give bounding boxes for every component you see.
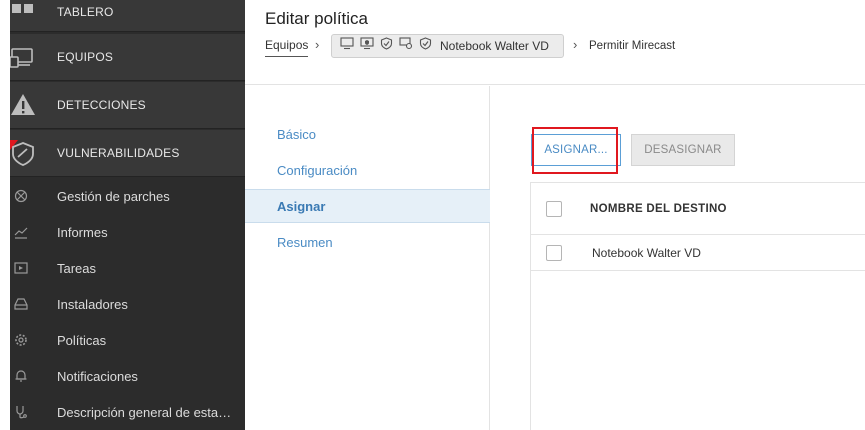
warning-icon [10, 92, 36, 118]
installer-icon [13, 296, 29, 312]
sidebar-section-label: EQUIPOS [57, 50, 114, 64]
select-all-checkbox[interactable] [546, 200, 562, 217]
chevron-right-icon: › [315, 37, 320, 52]
tasks-icon [13, 260, 29, 276]
gear-icon [13, 332, 29, 348]
unassign-button[interactable]: DESASIGNAR [631, 134, 735, 166]
sidebar-section-detecciones[interactable]: DETECCIONES [10, 82, 245, 129]
table-header: NOMBRE DEL DESTINO [531, 183, 865, 235]
page-header: Editar política Equipos › Notebook Walte… [245, 0, 865, 85]
shield-icon [380, 37, 393, 55]
left-edge [0, 0, 10, 430]
sidebar-section-tablero[interactable]: TABLERO [10, 0, 245, 32]
sidebar-section-label: DETECCIONES [57, 98, 146, 112]
sidebar-section-label: TABLERO [57, 5, 114, 19]
step-resumen[interactable]: Resumen [245, 225, 490, 259]
sidebar: TABLERO EQUIPOS DETECCIONES VULNERABILID… [10, 0, 245, 430]
row-checkbox[interactable] [546, 244, 562, 261]
patch-icon [13, 188, 29, 204]
sidebar-item-label: Notificaciones [57, 368, 138, 384]
assign-button[interactable]: ASIGNAR... [531, 134, 621, 166]
sidebar-item-label: Tareas [57, 260, 97, 276]
devices-icon [10, 44, 36, 70]
breadcrumb-device-label: Notebook Walter VD [440, 39, 549, 53]
chevron-right-icon: › [573, 37, 578, 52]
app-root: TABLERO EQUIPOS DETECCIONES VULNERABILID… [0, 0, 865, 430]
bell-icon [13, 368, 29, 384]
step-basico[interactable]: Básico [245, 117, 490, 151]
chart-icon [13, 224, 29, 240]
sidebar-item-notificaciones[interactable]: Notificaciones [10, 358, 245, 394]
breadcrumb-root-link[interactable]: Equipos [265, 38, 309, 57]
sidebar-section-equipos[interactable]: EQUIPOS [10, 34, 245, 81]
sidebar-item-label: Instaladores [57, 296, 128, 312]
main-panel: ASIGNAR... DESASIGNAR NOMBRE DEL DESTINO… [491, 86, 865, 430]
sidebar-item-informes[interactable]: Informes [10, 214, 245, 250]
table-row[interactable]: Notebook Walter VD [531, 235, 865, 271]
sidebar-item-politicas[interactable]: Políticas [10, 322, 245, 358]
step-asignar[interactable]: Asignar [245, 189, 490, 223]
breadcrumb-current: Permitir Mirecast [589, 40, 676, 52]
sidebar-section-label: VULNERABILIDADES [57, 146, 180, 160]
page-title: Editar política [265, 9, 368, 28]
monitor-icon [340, 37, 354, 55]
sidebar-item-gestion-parches[interactable]: Gestión de parches [10, 178, 245, 214]
monitor-shield-icon [360, 37, 374, 55]
gear-computer-icon [399, 37, 413, 55]
shield-check-icon [419, 37, 432, 55]
shield-icon [10, 140, 36, 166]
dashboard-icon [10, 0, 36, 20]
column-header-destination: NOMBRE DEL DESTINO [590, 202, 727, 215]
sidebar-item-instaladores[interactable]: Instaladores [10, 286, 245, 322]
stethoscope-icon [13, 404, 29, 420]
sidebar-item-descripcion-general[interactable]: Descripción general de esta… [10, 394, 245, 430]
sidebar-item-label: Gestión de parches [57, 188, 170, 204]
targets-table: NOMBRE DEL DESTINO Notebook Walter VD [530, 182, 865, 430]
wizard-steps: Básico Configuración Asignar Resumen [245, 86, 490, 430]
sidebar-section-vulnerabilidades[interactable]: VULNERABILIDADES [10, 130, 245, 177]
destination-name: Notebook Walter VD [592, 245, 701, 260]
sidebar-item-label: Informes [57, 224, 108, 240]
sidebar-item-tareas[interactable]: Tareas [10, 250, 245, 286]
sidebar-item-label: Políticas [57, 332, 107, 348]
step-configuracion[interactable]: Configuración [245, 153, 490, 187]
sidebar-item-label: Descripción general de esta… [57, 404, 232, 420]
breadcrumb-device-chip[interactable]: Notebook Walter VD [331, 34, 564, 58]
